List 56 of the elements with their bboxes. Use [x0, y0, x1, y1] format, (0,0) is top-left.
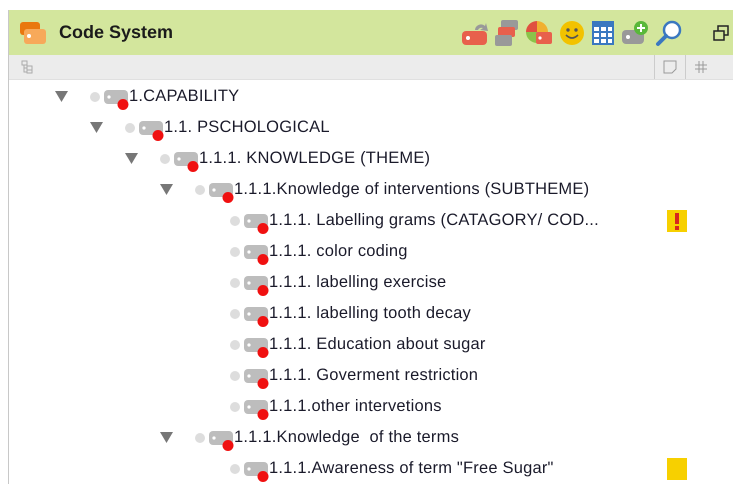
- collapse-triangle-icon[interactable]: [124, 153, 138, 164]
- code-label[interactable]: 1.1.1.Awareness of term "Free Sugar": [269, 456, 554, 481]
- code-tag-icon: [244, 275, 269, 296]
- status-dot: [230, 340, 240, 350]
- tag-icon: [19, 20, 47, 46]
- collapse-triangle-icon[interactable]: [160, 184, 172, 195]
- add-tag-icon[interactable]: [621, 20, 649, 46]
- status-dot: [125, 122, 135, 132]
- panel-title: Code System: [59, 21, 174, 44]
- color-wheel-tag-icon[interactable]: [525, 20, 553, 46]
- code-tag-icon: [244, 399, 269, 420]
- code-tag-icon: [244, 306, 269, 327]
- code-label[interactable]: 1.1.1. Education about sugar: [269, 332, 486, 357]
- search-icon[interactable]: [655, 18, 683, 46]
- code-label[interactable]: 1.1.1. labelling exercise: [269, 270, 446, 295]
- code-tag-icon: [244, 461, 269, 482]
- status-dot: [230, 216, 240, 226]
- code-tag-icon: [244, 213, 269, 234]
- code-label[interactable]: 1.1. PSCHOLOGICAL: [164, 115, 330, 140]
- code-label[interactable]: 1.1.1. color coding: [269, 239, 408, 264]
- status-dot: [160, 154, 170, 164]
- table-icon[interactable]: [591, 20, 615, 46]
- status-dot: [195, 432, 205, 442]
- count-column-icon[interactable]: [694, 60, 708, 74]
- status-dot: [230, 246, 240, 256]
- status-dot: [230, 402, 240, 412]
- code-tag-icon: [174, 151, 199, 172]
- smiley-icon[interactable]: [559, 20, 585, 46]
- code-tag-icon: [139, 120, 164, 141]
- code-label[interactable]: 1.1.1.Knowledge of the terms: [234, 425, 460, 450]
- status-dot: [230, 308, 240, 318]
- status-dot: [90, 92, 100, 102]
- code-label[interactable]: 1.1.1. Goverment restriction: [269, 363, 478, 388]
- tags-icon[interactable]: [495, 18, 519, 46]
- code-tag-icon: [244, 368, 269, 389]
- collapse-triangle-icon[interactable]: [160, 432, 172, 443]
- code-tag-icon: [104, 89, 129, 110]
- status-dot: [230, 370, 240, 380]
- collapse-triangle-icon[interactable]: [90, 122, 102, 133]
- code-tag-icon: [209, 182, 234, 203]
- memo-column-icon[interactable]: [663, 60, 677, 74]
- memo-important-icon[interactable]: [667, 210, 687, 232]
- status-dot: [230, 278, 240, 288]
- code-tag-icon: [244, 337, 269, 358]
- code-label[interactable]: 1.CAPABILITY: [129, 84, 240, 109]
- code-label[interactable]: 1.1.1.Knowledge of interventions (SUBTHEME): [234, 177, 590, 202]
- collapse-triangle-icon[interactable]: [54, 91, 68, 102]
- restore-icon[interactable]: [713, 24, 729, 40]
- code-tag-icon: [244, 244, 269, 265]
- code-label[interactable]: 1.1.1.other intervetions: [269, 394, 442, 419]
- code-tag-icon: [209, 430, 234, 451]
- status-dot: [230, 464, 240, 474]
- code-label[interactable]: 1.1.1. labelling tooth decay: [269, 301, 471, 326]
- code-label[interactable]: 1.1.1. KNOWLEDGE (THEME): [199, 146, 430, 171]
- status-dot: [195, 184, 205, 194]
- code-label[interactable]: 1.1.1. Labelling grams (CATAGORY/ COD...: [269, 208, 599, 233]
